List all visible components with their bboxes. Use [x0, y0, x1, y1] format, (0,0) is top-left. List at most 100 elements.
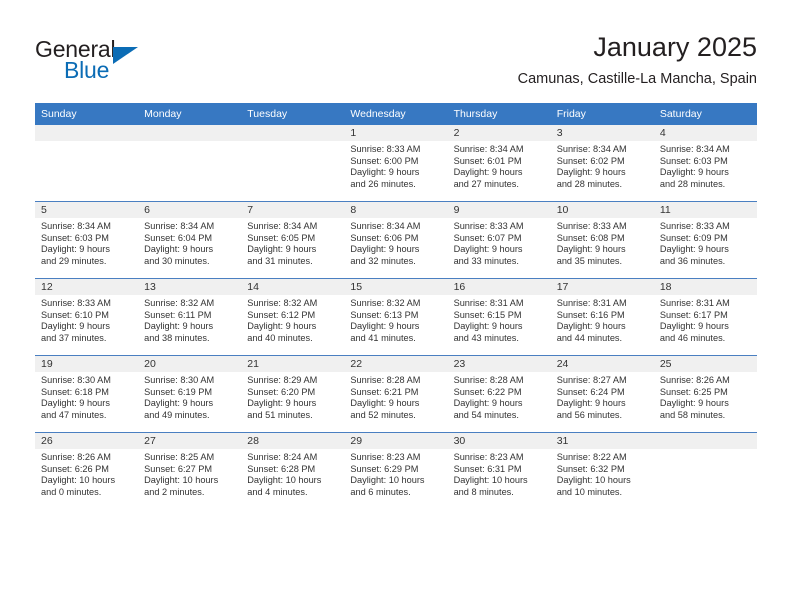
weekday-header-monday: Monday [138, 103, 242, 125]
day-cell-inner: 31 Sunrise: 8:22 AM Sunset: 6:32 PM Dayligh… [550, 433, 654, 509]
day-cell-inner: 29 Sunrise: 8:23 AM Sunset: 6:29 PM Dayligh… [344, 433, 448, 509]
day-cell-inner: 17 Sunrise: 8:31 AM Sunset: 6:16 PM Dayligh… [550, 279, 654, 355]
day-number-band: 18 [653, 279, 757, 295]
day-number: 24 [556, 358, 569, 370]
day-cell-inner: 4 Sunrise: 8:34 AM Sunset: 6:03 PM Daylight… [653, 125, 757, 201]
day-cell-inner: 3 Sunrise: 8:34 AM Sunset: 6:02 PM Daylight… [550, 125, 654, 201]
sunset-text: Sunset: 6:04 PM [144, 232, 213, 243]
calendar-day-cell[interactable]: 4 Sunrise: 8:34 AM Sunset: 6:03 PM Daylight… [653, 125, 757, 202]
day-cell-inner [653, 433, 757, 509]
day-cell-inner: 21 Sunrise: 8:29 AM Sunset: 6:20 PM Dayligh… [241, 356, 345, 432]
calendar-day-cell[interactable]: 29 Sunrise: 8:23 AM Sunset: 6:29 PM Dayligh… [344, 432, 448, 509]
calendar-day-cell[interactable]: 31 Sunrise: 8:22 AM Sunset: 6:32 PM Dayligh… [550, 432, 654, 509]
day-cell-inner: 23 Sunrise: 8:28 AM Sunset: 6:22 PM Dayligh… [447, 356, 551, 432]
day-number-band: 30 [447, 433, 551, 449]
calendar-day-cell[interactable]: 3 Sunrise: 8:34 AM Sunset: 6:02 PM Daylight… [550, 125, 654, 202]
sunrise-text: Sunrise: 8:34 AM [41, 221, 111, 231]
day-number: 16 [453, 281, 466, 293]
daylight-text-line1: Daylight: 9 hours [144, 398, 214, 409]
day-details: Sunrise: 8:22 AM Sunset: 6:32 PM Daylight:… [551, 449, 654, 498]
daylight-text-line1: Daylight: 10 hours [350, 475, 425, 486]
calendar-day-cell[interactable]: 22 Sunrise: 8:28 AM Sunset: 6:21 PM Dayligh… [344, 355, 448, 433]
daylight-text-line2: and 6 minutes. [350, 486, 411, 497]
day-number-band: 28 [241, 433, 345, 449]
calendar-day-cell[interactable]: 26 Sunrise: 8:26 AM Sunset: 6:26 PM Dayligh… [35, 432, 139, 509]
day-number: 17 [556, 281, 569, 293]
calendar-day-cell[interactable]: 27 Sunrise: 8:25 AM Sunset: 6:27 PM Dayligh… [138, 432, 242, 509]
weekday-header-friday: Friday [550, 103, 654, 125]
daylight-text-line1: Daylight: 9 hours [556, 321, 626, 332]
calendar-day-cell[interactable]: 28 Sunrise: 8:24 AM Sunset: 6:28 PM Dayligh… [241, 432, 345, 509]
calendar-day-cell[interactable]: 25 Sunrise: 8:26 AM Sunset: 6:25 PM Dayligh… [653, 355, 757, 433]
calendar-day-cell[interactable]: 13 Sunrise: 8:32 AM Sunset: 6:11 PM Dayligh… [138, 278, 242, 356]
day-number: 2 [453, 127, 460, 139]
calendar-day-cell[interactable]: 24 Sunrise: 8:27 AM Sunset: 6:24 PM Dayligh… [550, 355, 654, 433]
daylight-text-line2: and 28 minutes. [659, 178, 726, 189]
triangle-icon [113, 47, 138, 64]
sunrise-text: Sunrise: 8:32 AM [144, 298, 215, 308]
calendar-day-cell[interactable]: 8 Sunrise: 8:34 AM Sunset: 6:06 PM Daylight… [344, 201, 448, 279]
day-cell-inner: 26 Sunrise: 8:26 AM Sunset: 6:26 PM Dayligh… [35, 433, 139, 509]
brand-name-blue: Blue [64, 57, 110, 83]
daylight-text-line1: Daylight: 9 hours [144, 244, 214, 255]
day-details: Sunrise: 8:29 AM Sunset: 6:20 PM Daylight:… [241, 372, 344, 421]
day-number: 26 [41, 435, 53, 447]
calendar-header-row: Sunday Monday Tuesday Wednesday Thursday… [35, 103, 757, 125]
calendar-day-cell[interactable]: 14 Sunrise: 8:32 AM Sunset: 6:12 PM Dayligh… [241, 278, 345, 356]
calendar-day-cell[interactable]: 20 Sunrise: 8:30 AM Sunset: 6:19 PM Dayligh… [138, 355, 242, 433]
day-cell-inner: 27 Sunrise: 8:25 AM Sunset: 6:27 PM Dayligh… [138, 433, 242, 509]
day-number-band: 24 [550, 356, 654, 372]
sunrise-text: Sunrise: 8:28 AM [350, 375, 421, 385]
day-details: Sunrise: 8:31 AM Sunset: 6:17 PM Daylight:… [654, 295, 757, 344]
sunset-text: Sunset: 6:25 PM [659, 386, 728, 397]
sunrise-text: Sunrise: 8:34 AM [247, 221, 318, 231]
day-cell-inner: 9 Sunrise: 8:33 AM Sunset: 6:07 PM Daylight… [447, 202, 551, 278]
day-details: Sunrise: 8:33 AM Sunset: 6:00 PM Daylight:… [344, 141, 447, 190]
calendar-day-cell[interactable]: 21 Sunrise: 8:29 AM Sunset: 6:20 PM Dayligh… [241, 355, 345, 433]
calendar-day-cell[interactable]: 2 Sunrise: 8:34 AM Sunset: 6:01 PM Daylight… [447, 125, 551, 202]
calendar-day-cell[interactable]: 5 Sunrise: 8:34 AM Sunset: 6:03 PM Daylight… [35, 201, 139, 279]
day-details: Sunrise: 8:30 AM Sunset: 6:18 PM Daylight:… [35, 372, 138, 421]
day-details: Sunrise: 8:34 AM Sunset: 6:03 PM Daylight:… [654, 141, 757, 190]
daylight-text-line1: Daylight: 9 hours [659, 244, 729, 255]
day-cell-inner: 12 Sunrise: 8:33 AM Sunset: 6:10 PM Dayligh… [35, 279, 139, 355]
calendar-day-cell[interactable]: 16 Sunrise: 8:31 AM Sunset: 6:15 PM Dayligh… [447, 278, 551, 356]
day-details: Sunrise: 8:28 AM Sunset: 6:21 PM Daylight:… [344, 372, 447, 421]
daylight-text-line2: and 35 minutes. [556, 255, 623, 266]
brand-logo[interactable]: General Blue [35, 36, 235, 88]
calendar-day-cell[interactable]: 6 Sunrise: 8:34 AM Sunset: 6:04 PM Daylight… [138, 201, 242, 279]
calendar-week-row: 1 Sunrise: 8:33 AM Sunset: 6:00 PM Daylight… [35, 125, 757, 202]
daylight-text-line2: and 10 minutes. [556, 486, 623, 497]
calendar-day-cell[interactable]: 11 Sunrise: 8:33 AM Sunset: 6:09 PM Dayligh… [653, 201, 757, 279]
calendar-day-cell[interactable]: 7 Sunrise: 8:34 AM Sunset: 6:05 PM Daylight… [241, 201, 345, 279]
calendar-day-cell[interactable]: 10 Sunrise: 8:33 AM Sunset: 6:08 PM Dayligh… [550, 201, 654, 279]
day-cell-inner: 16 Sunrise: 8:31 AM Sunset: 6:15 PM Dayligh… [447, 279, 551, 355]
sunrise-text: Sunrise: 8:33 AM [350, 144, 421, 154]
day-cell-inner: 13 Sunrise: 8:32 AM Sunset: 6:11 PM Dayligh… [138, 279, 242, 355]
calendar-day-cell[interactable]: 18 Sunrise: 8:31 AM Sunset: 6:17 PM Dayligh… [653, 278, 757, 356]
calendar-day-cell[interactable]: 19 Sunrise: 8:30 AM Sunset: 6:18 PM Dayligh… [35, 355, 139, 433]
calendar-day-cell[interactable]: 30 Sunrise: 8:23 AM Sunset: 6:31 PM Dayligh… [447, 432, 551, 509]
day-details: Sunrise: 8:24 AM Sunset: 6:28 PM Daylight:… [241, 449, 344, 498]
daylight-text-line1: Daylight: 10 hours [144, 475, 219, 486]
calendar-day-cell[interactable]: 17 Sunrise: 8:31 AM Sunset: 6:16 PM Dayligh… [550, 278, 654, 356]
calendar-day-cell[interactable]: 9 Sunrise: 8:33 AM Sunset: 6:07 PM Daylight… [447, 201, 551, 279]
day-number-band: 11 [653, 202, 757, 218]
calendar-day-cell[interactable]: 1 Sunrise: 8:33 AM Sunset: 6:00 PM Daylight… [344, 125, 448, 202]
day-details: Sunrise: 8:25 AM Sunset: 6:27 PM Daylight:… [138, 449, 241, 498]
calendar-day-cell[interactable]: 12 Sunrise: 8:33 AM Sunset: 6:10 PM Dayligh… [35, 278, 139, 356]
day-number: 13 [144, 281, 156, 293]
calendar-day-cell[interactable]: 23 Sunrise: 8:28 AM Sunset: 6:22 PM Dayligh… [447, 355, 551, 433]
weekday-header-sunday: Sunday [35, 103, 139, 125]
sunset-text: Sunset: 6:00 PM [350, 155, 419, 166]
day-number: 11 [659, 204, 671, 216]
day-cell-inner [241, 125, 345, 201]
daylight-text-line2: and 38 minutes. [144, 332, 210, 343]
calendar-day-cell[interactable]: 15 Sunrise: 8:32 AM Sunset: 6:13 PM Dayligh… [344, 278, 448, 356]
daylight-text-line1: Daylight: 10 hours [41, 475, 116, 486]
day-details: Sunrise: 8:34 AM Sunset: 6:05 PM Daylight:… [241, 218, 344, 267]
day-cell-inner: 28 Sunrise: 8:24 AM Sunset: 6:28 PM Dayligh… [241, 433, 345, 509]
day-number-band: 12 [35, 279, 139, 295]
day-cell-inner: 10 Sunrise: 8:33 AM Sunset: 6:08 PM Dayligh… [550, 202, 654, 278]
daylight-text-line1: Daylight: 10 hours [247, 475, 322, 486]
